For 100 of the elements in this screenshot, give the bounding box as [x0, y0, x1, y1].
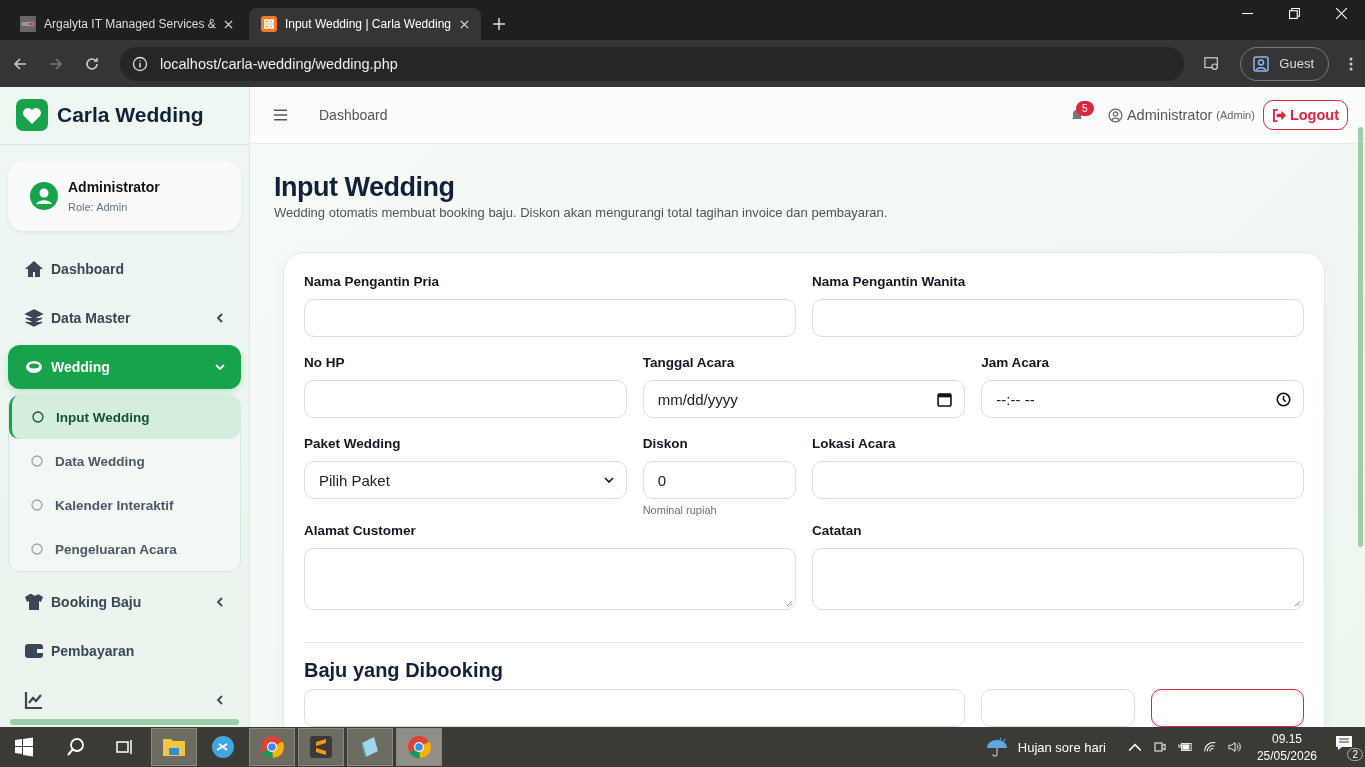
submenu-item[interactable]: Data Wedding [9, 439, 240, 483]
browser-tab[interactable]: Argalyta IT Managed Services & [8, 8, 245, 40]
sidebar-item[interactable]: Booking Baju [8, 580, 241, 624]
field-label: Jam Acara [981, 355, 1051, 370]
caret-icon [215, 362, 225, 372]
input-field[interactable] [304, 299, 796, 337]
brand-name: Carla Wedding [57, 103, 204, 128]
chrome-icon [260, 735, 284, 759]
taskbar-app[interactable] [298, 728, 344, 766]
url-text: localhost/carla-wedding/wedding.php [160, 55, 398, 72]
favicon-icon [260, 16, 277, 32]
circle-icon [31, 499, 43, 511]
calendar-icon[interactable] [937, 391, 953, 407]
caret-icon [215, 313, 225, 323]
field-label: Nama Pengantin Pria [304, 274, 441, 289]
menu-icon[interactable] [1349, 55, 1353, 72]
camera-icon[interactable] [1152, 740, 1167, 754]
chrome-icon [407, 735, 431, 759]
field-label: Paket Wedding [304, 436, 402, 451]
notification-count: 2 [1347, 748, 1363, 761]
page-title: Input Wedding [274, 172, 456, 203]
resize-grip-icon [786, 600, 793, 607]
section-title: Baju yang Dibooking [304, 659, 504, 682]
layers-icon [24, 308, 44, 328]
sidebar-item[interactable]: Dashboard [8, 247, 241, 291]
new-tab-icon[interactable] [492, 18, 505, 30]
resize-grip-icon [1294, 600, 1301, 607]
user-avatar-icon [30, 181, 58, 210]
wifi-icon[interactable] [1202, 740, 1217, 754]
umbrella-rain-icon [985, 737, 1008, 757]
time-field[interactable]: --:-- -- [981, 380, 1304, 418]
restore-icon[interactable] [1289, 7, 1300, 19]
scrollbar[interactable] [1358, 127, 1363, 547]
select-dropdown[interactable]: Pilih Paket [304, 461, 627, 499]
clock-icon[interactable] [1276, 391, 1291, 407]
circle-icon [31, 543, 43, 555]
taskbar-app[interactable] [151, 728, 197, 766]
windows-start-icon[interactable] [14, 737, 34, 757]
search-icon[interactable] [66, 737, 86, 757]
input-field[interactable] [812, 461, 1304, 499]
caret-icon [215, 597, 225, 607]
field-label: Nama Pengantin Wanita [812, 274, 967, 289]
user-name: Administrator [1126, 107, 1213, 123]
taskbar-app[interactable] [347, 728, 393, 766]
sidebar-item[interactable]: Pembayaran [8, 629, 241, 673]
battery-icon[interactable] [1177, 740, 1192, 754]
browser-tab[interactable]: Input Wedding | Carla Wedding [248, 8, 481, 40]
input-field[interactable]: 0 [642, 461, 796, 499]
back-icon[interactable] [12, 55, 28, 72]
date-field[interactable]: mm/dd/yyyy [642, 380, 966, 418]
address-bar[interactable]: localhost/carla-wedding/wedding.php [120, 46, 1185, 81]
user-role: (Admin) [1216, 109, 1255, 121]
clock-time[interactable]: 09.15 [1271, 731, 1302, 746]
search-icon[interactable] [1204, 55, 1221, 72]
input-field[interactable] [304, 380, 627, 418]
forward-icon[interactable] [48, 55, 64, 72]
breadcrumb-link[interactable]: Dashboard [319, 107, 388, 123]
field-label: Lokasi Acara [812, 436, 897, 451]
notification-icon[interactable] [1335, 735, 1353, 751]
notification-badge: 5 [1075, 101, 1094, 116]
menu-icon[interactable] [274, 109, 287, 121]
field-label: No HP [304, 355, 346, 370]
favicon-icon [20, 16, 36, 32]
close-icon[interactable] [459, 19, 469, 29]
chart-icon [24, 690, 44, 710]
user-circle-icon [1107, 107, 1123, 123]
logout-button[interactable]: Logout [1262, 100, 1348, 130]
info-icon [132, 55, 148, 72]
submenu-item[interactable]: Kalender Interaktif [9, 483, 240, 527]
close-icon[interactable] [223, 19, 233, 29]
speaker-icon[interactable] [1227, 740, 1242, 754]
caret-icon [215, 695, 225, 705]
tab-title: Input Wedding | Carla Wedding [284, 17, 452, 31]
sublime-icon [309, 735, 333, 759]
field-label: Alamat Customer [304, 523, 417, 538]
shirt-icon [24, 592, 44, 612]
sign-out-icon [1271, 108, 1287, 122]
field-label: Diskon [642, 436, 689, 451]
user-name: Administrator [68, 178, 160, 195]
app-icon [211, 735, 235, 759]
wallet-icon [24, 641, 44, 661]
page-subtitle: Wedding otomatis membuat booking baju. Diskon akan mengurangi total tagihan invoice dan pembayaran. [274, 205, 889, 220]
clock-date[interactable]: 25/05/2026 [1256, 748, 1317, 763]
circle-icon [32, 411, 44, 423]
weather-text[interactable]: Hujan sore hari [1017, 739, 1106, 755]
submenu-item[interactable]: Input Wedding [9, 395, 240, 439]
input-field[interactable] [304, 689, 966, 727]
person-icon [1253, 55, 1270, 72]
submenu-item[interactable]: Pengeluaran Acara [9, 527, 240, 571]
remove-button[interactable] [1150, 689, 1304, 727]
task-view-icon[interactable] [114, 737, 134, 757]
field-label: Tanggal Acara [642, 355, 736, 370]
input-field[interactable] [812, 299, 1304, 337]
field-label: Catatan [812, 523, 863, 538]
reload-icon[interactable] [84, 55, 100, 72]
input-field[interactable] [981, 689, 1135, 727]
user-role: Role: Admin [68, 200, 129, 213]
sidebar-item[interactable]: Data Master [8, 296, 241, 340]
tab-title: Argalyta IT Managed Services & [44, 17, 216, 31]
field-hint: Nominal rupiah [642, 504, 718, 516]
